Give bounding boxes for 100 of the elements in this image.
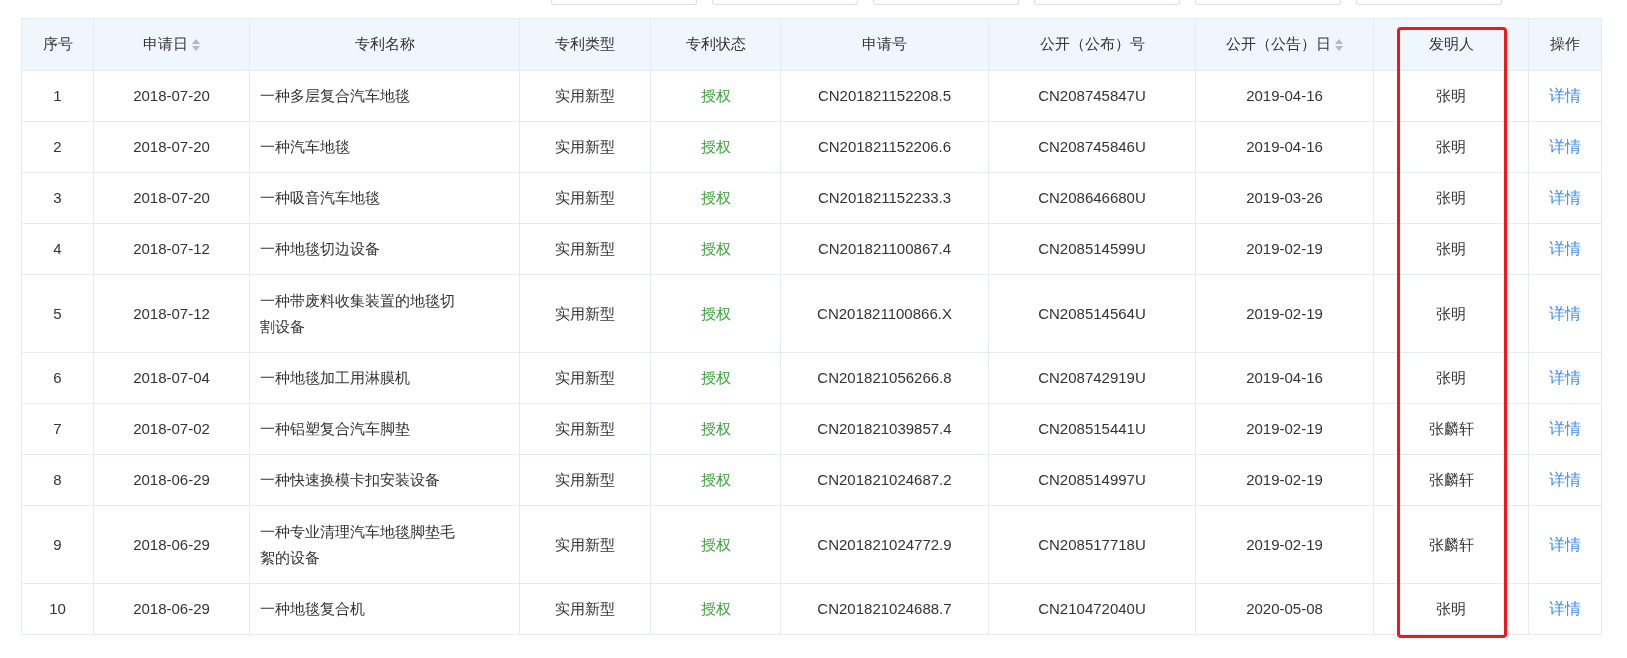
patent-type: 实用新型 <box>555 600 615 617</box>
application-number: CN201821039857.4 <box>817 420 952 437</box>
row-number: 10 <box>49 600 66 617</box>
publication-date: 2019-02-19 <box>1246 304 1323 322</box>
details-link[interactable]: 详情 <box>1549 535 1581 553</box>
application-number: CN201821024687.2 <box>817 471 952 488</box>
inventor-name: 张明 <box>1436 189 1466 206</box>
publication-date: 2019-02-19 <box>1246 420 1323 437</box>
row-number: 3 <box>53 189 62 206</box>
patent-type: 实用新型 <box>555 369 615 386</box>
inventor-name: 张麟轩 <box>1428 535 1474 553</box>
patent-status: 授权 <box>700 189 731 206</box>
application-date: 2018-07-12 <box>133 304 210 322</box>
details-link[interactable]: 详情 <box>1549 471 1581 488</box>
inventor-name: 张明 <box>1436 600 1466 617</box>
patent-type: 实用新型 <box>555 304 615 322</box>
column-header: 公开（公布）号 <box>1039 34 1145 55</box>
application-number: CN201821152206.6 <box>817 138 952 155</box>
application-date: 2018-07-20 <box>133 189 210 206</box>
patent-status: 授权 <box>700 600 731 617</box>
inventor-name: 张明 <box>1436 240 1466 257</box>
application-number: CN201821024772.9 <box>817 535 952 553</box>
patent-status: 授权 <box>700 304 731 322</box>
inventor-name: 张明 <box>1436 304 1466 322</box>
patent-name: 一种地毯加工用淋膜机 <box>260 368 410 388</box>
publication-number: CN208745847U <box>1038 87 1146 104</box>
details-link[interactable]: 详情 <box>1549 240 1581 257</box>
dropdown-field[interactable] <box>1195 0 1341 5</box>
column-header: 专利类型 <box>555 34 615 55</box>
patent-name: 一种汽车地毯 <box>260 137 350 157</box>
inventor-name: 张明 <box>1436 138 1466 155</box>
inventor-name: 张明 <box>1436 87 1466 104</box>
dropdown-field[interactable] <box>712 0 858 5</box>
inventor-name: 张麟轩 <box>1428 471 1474 488</box>
row-number: 4 <box>53 240 62 257</box>
application-number: CN201821056266.8 <box>817 369 952 386</box>
row-number: 2 <box>53 138 62 155</box>
application-number: CN201821100867.4 <box>817 240 952 257</box>
patent-status: 授权 <box>700 535 731 553</box>
patent-status: 授权 <box>700 471 731 488</box>
details-link[interactable]: 详情 <box>1549 600 1581 617</box>
column-header: 专利名称 <box>354 34 415 55</box>
dropdown-field[interactable] <box>1034 0 1180 5</box>
publication-number: CN208745846U <box>1038 138 1146 155</box>
row-number: 8 <box>53 471 62 488</box>
publication-date: 2019-03-26 <box>1246 189 1323 206</box>
patent-type: 实用新型 <box>555 189 615 206</box>
application-date: 2018-07-20 <box>133 138 210 155</box>
patent-name: 一种地毯切边设备 <box>260 239 380 259</box>
column-header: 发明人 <box>1428 34 1474 55</box>
publication-number: CN208742919U <box>1038 369 1146 386</box>
patent-status: 授权 <box>700 138 731 155</box>
column-header: 专利状态 <box>685 34 746 55</box>
patent-status: 授权 <box>700 369 731 386</box>
details-link[interactable]: 详情 <box>1549 138 1581 155</box>
patent-name: 一种专业清理汽车地毯脚垫毛絮的设备 <box>260 521 456 568</box>
row-number: 5 <box>53 304 62 322</box>
sort-icon[interactable] <box>192 38 200 51</box>
publication-number: CN208646680U <box>1038 189 1146 206</box>
patent-name: 一种带废料收集装置的地毯切割设备 <box>260 290 456 337</box>
details-link[interactable]: 详情 <box>1549 189 1581 206</box>
application-date: 2018-07-20 <box>133 87 210 104</box>
publication-number: CN208514997U <box>1038 471 1146 488</box>
patent-type: 实用新型 <box>555 138 615 155</box>
application-date: 2018-07-04 <box>133 369 210 386</box>
publication-date: 2019-02-19 <box>1246 471 1323 488</box>
dropdown-field[interactable] <box>873 0 1019 5</box>
row-number: 6 <box>53 369 62 386</box>
publication-date: 2019-02-19 <box>1246 535 1323 553</box>
column-header: 序号 <box>42 34 73 55</box>
details-link[interactable]: 详情 <box>1549 87 1581 104</box>
publication-date: 2019-04-16 <box>1246 87 1323 104</box>
patent-type: 实用新型 <box>555 87 615 104</box>
publication-date: 2019-04-16 <box>1246 369 1323 386</box>
publication-number: CN208517718U <box>1038 535 1146 553</box>
patent-type: 实用新型 <box>555 420 615 437</box>
details-link[interactable]: 详情 <box>1549 304 1581 322</box>
row-number: 1 <box>53 87 62 104</box>
dropdown-field[interactable] <box>551 0 697 5</box>
sort-icon[interactable] <box>1335 38 1343 51</box>
column-header: 操作 <box>1550 34 1580 55</box>
patent-name: 一种铝塑复合汽车脚垫 <box>260 419 410 439</box>
details-link[interactable]: 详情 <box>1549 369 1581 386</box>
column-header: 申请号 <box>862 34 907 55</box>
inventor-name: 张麟轩 <box>1428 420 1474 437</box>
patent-status: 授权 <box>700 420 731 437</box>
application-date: 2018-06-29 <box>133 535 210 553</box>
patent-status: 授权 <box>700 87 731 104</box>
application-date: 2018-06-29 <box>133 471 210 488</box>
dropdown-field[interactable] <box>1356 0 1502 5</box>
application-date: 2018-07-02 <box>133 420 210 437</box>
publication-date: 2019-04-16 <box>1246 138 1323 155</box>
patent-status: 授权 <box>700 240 731 257</box>
publication-date: 2020-05-08 <box>1246 600 1323 617</box>
patent-type: 实用新型 <box>555 471 615 488</box>
column-header[interactable]: 申请日 <box>143 33 200 56</box>
row-number: 9 <box>53 535 62 553</box>
application-number: CN201821152208.5 <box>817 87 952 104</box>
patent-name: 一种快速换模卡扣安装设备 <box>260 470 440 490</box>
details-link[interactable]: 详情 <box>1549 420 1581 437</box>
